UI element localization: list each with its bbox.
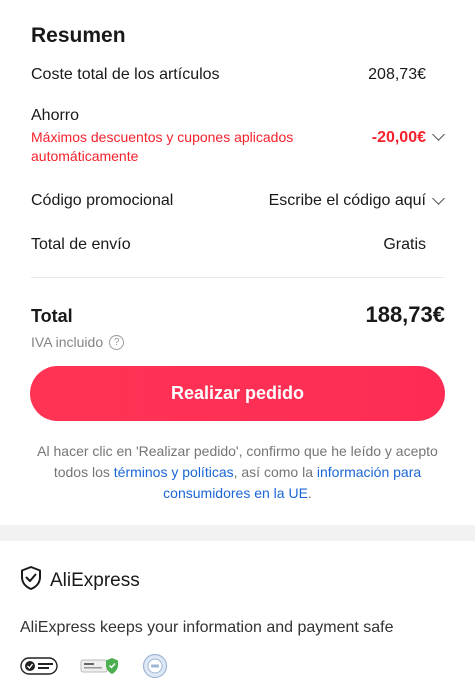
tax-note-text: IVA incluido <box>31 334 104 350</box>
ssl-secure-icon <box>80 657 120 675</box>
savings-note: Máximos descuentos y cupones aplicados a… <box>31 129 294 164</box>
iso-certified-icon <box>142 653 168 679</box>
terms-text-part3: . <box>307 485 312 501</box>
brand: AliExpress <box>20 566 140 595</box>
security-badges <box>20 653 168 679</box>
shipping-value: Gratis <box>383 236 426 253</box>
brand-name: AliExpress <box>50 569 140 591</box>
savings-chevron-down-icon[interactable] <box>432 128 445 141</box>
order-summary: Resumen Coste total de los artículos 208… <box>0 0 475 525</box>
shield-check-icon <box>20 566 42 595</box>
visa-secure-icon <box>20 657 58 675</box>
tax-note: IVA incluido ? <box>31 334 125 350</box>
summary-title: Resumen <box>31 24 126 47</box>
section-separator <box>0 525 475 541</box>
shipping-label: Total de envío <box>31 236 131 253</box>
total-value: 188,73€ <box>365 302 445 327</box>
terms-and-policies-link[interactable]: términos y políticas <box>114 464 234 480</box>
trust-footer: AliExpress AliExpress keeps your informa… <box>0 541 475 698</box>
items-cost-value: 208,73€ <box>368 66 426 83</box>
security-statement: AliExpress keeps your information and pa… <box>20 619 394 636</box>
terms-text: Al hacer clic en 'Realizar pedido', conf… <box>30 441 445 504</box>
place-order-button[interactable]: Realizar pedido <box>30 366 445 421</box>
items-cost-label: Coste total de los artículos <box>31 66 220 83</box>
terms-text-part2: , así como la <box>233 464 317 480</box>
total-label: Total <box>31 306 73 326</box>
divider <box>31 277 444 278</box>
help-icon[interactable]: ? <box>109 334 125 350</box>
promo-code-input[interactable]: Escribe el código aquí <box>269 192 426 210</box>
savings-value[interactable]: -20,00€ <box>372 129 426 147</box>
savings-label: Ahorro <box>31 107 80 124</box>
promo-chevron-down-icon[interactable] <box>432 192 445 205</box>
promo-code-label: Código promocional <box>31 192 174 209</box>
